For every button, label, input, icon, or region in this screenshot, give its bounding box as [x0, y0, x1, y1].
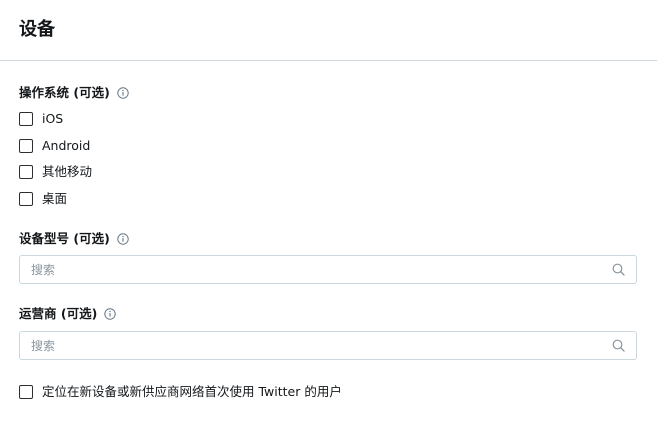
os-option-label: 桌面 — [42, 191, 68, 206]
device-model-label: 设备型号 (可选) — [19, 231, 129, 247]
os-option-label: iOS — [42, 111, 64, 126]
info-icon[interactable] — [117, 87, 129, 99]
new-device-option[interactable]: 定位在新设备或新供应商网络首次使用 Twitter 的用户 — [19, 384, 342, 400]
checkbox-other-mobile[interactable] — [19, 165, 33, 179]
os-option-ios[interactable]: iOS — [19, 111, 63, 127]
os-option-label: Android — [42, 138, 91, 153]
checkbox-desktop[interactable] — [19, 192, 33, 206]
carrier-label: 运营商 (可选) — [19, 306, 116, 322]
os-section-label-text: 操作系统 (可选) — [19, 85, 110, 100]
device-model-label-text: 设备型号 (可选) — [19, 231, 110, 246]
checkbox-new-device[interactable] — [19, 385, 33, 399]
page-title: 设备 — [19, 19, 55, 40]
search-icon[interactable] — [612, 339, 625, 352]
os-option-android[interactable]: Android — [19, 138, 90, 154]
carrier-search[interactable] — [19, 331, 637, 360]
os-option-label: 其他移动 — [42, 164, 93, 179]
device-model-search-input[interactable] — [20, 256, 600, 283]
checkbox-ios[interactable] — [19, 112, 33, 126]
new-device-option-label: 定位在新设备或新供应商网络首次使用 Twitter 的用户 — [42, 384, 342, 399]
checkbox-android[interactable] — [19, 139, 33, 153]
carrier-search-input[interactable] — [20, 332, 600, 359]
os-section-label: 操作系统 (可选) — [19, 85, 129, 101]
os-option-other-mobile[interactable]: 其他移动 — [19, 164, 92, 180]
carrier-label-text: 运营商 (可选) — [19, 306, 98, 321]
device-model-search[interactable] — [19, 255, 637, 284]
page-header: 设备 — [0, 0, 657, 61]
info-icon[interactable] — [104, 308, 116, 320]
info-icon[interactable] — [117, 233, 129, 245]
os-option-desktop[interactable]: 桌面 — [19, 191, 67, 207]
search-icon[interactable] — [612, 263, 625, 276]
